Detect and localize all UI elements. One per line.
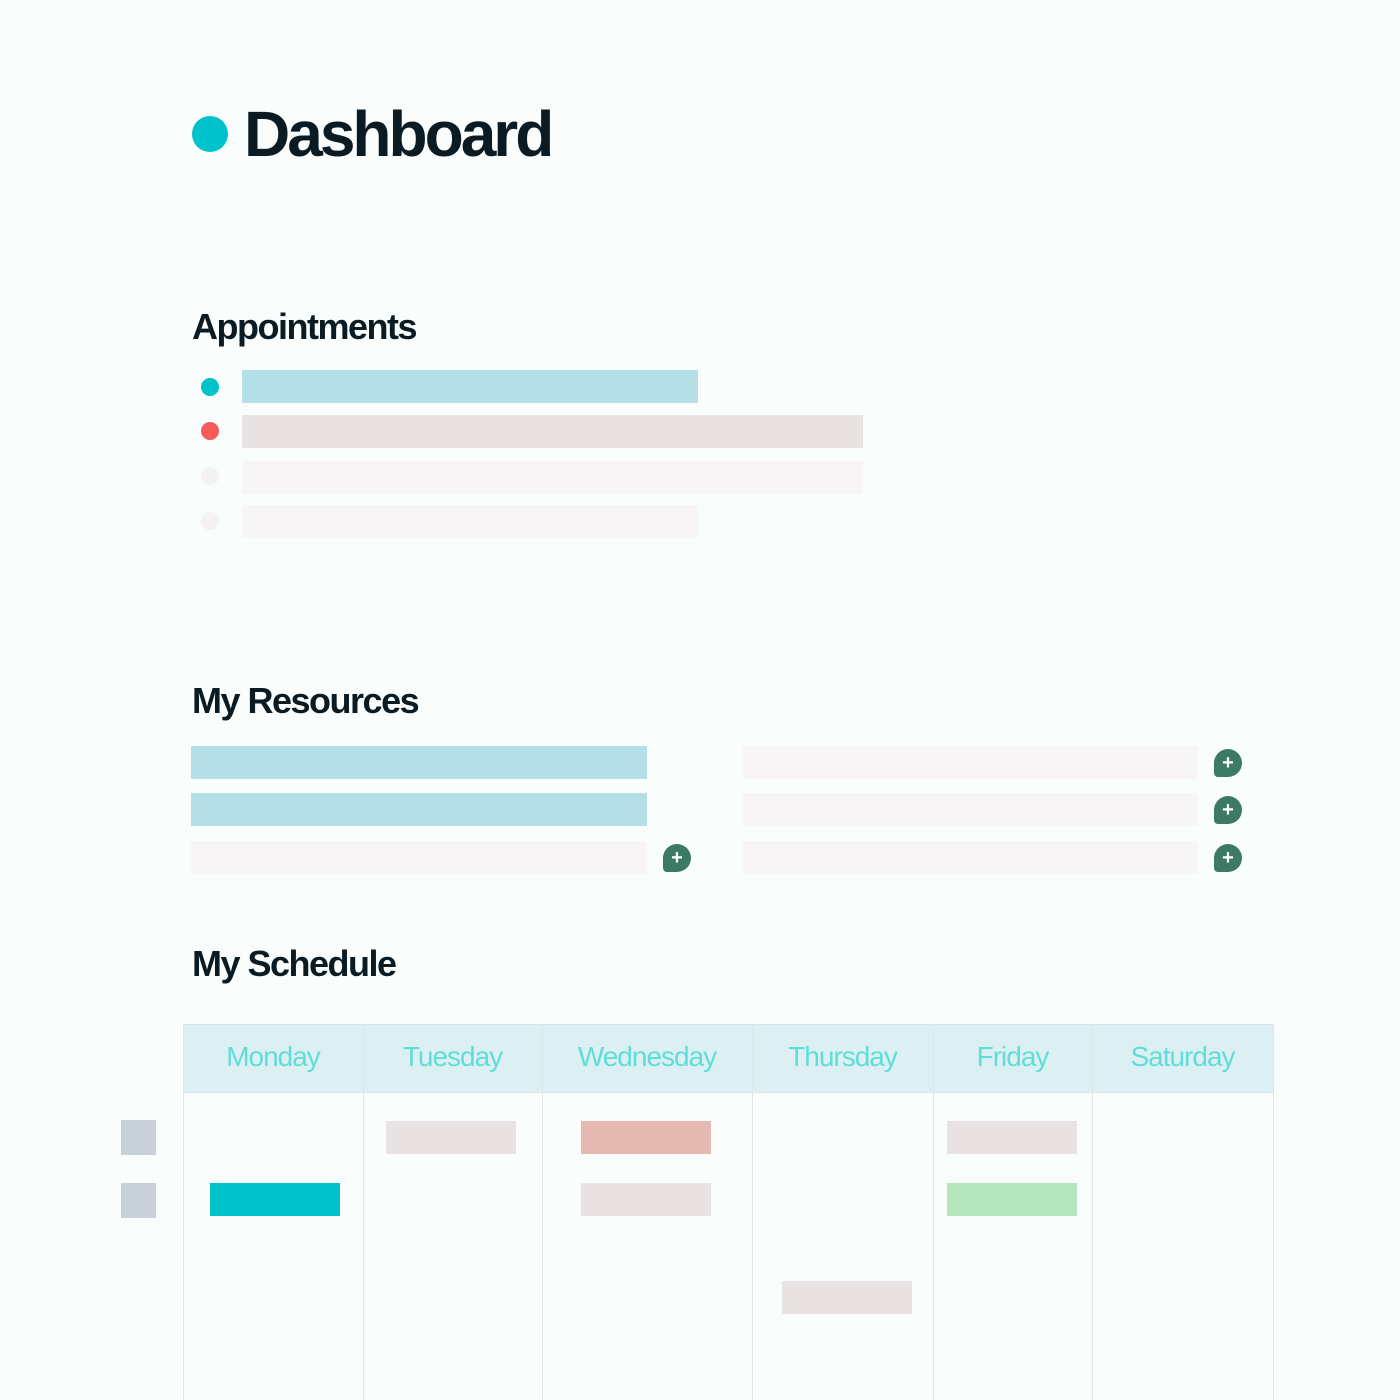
plus-icon: + <box>1222 752 1234 774</box>
appointments-heading: Appointments <box>192 306 417 347</box>
resources-heading: My Resources <box>192 680 420 721</box>
resource-item[interactable] <box>191 793 647 826</box>
appointment-item[interactable] <box>242 461 863 494</box>
schedule-event-friday[interactable] <box>947 1183 1077 1216</box>
time-row-marker <box>121 1183 156 1218</box>
page-title: Dashboard <box>244 98 554 170</box>
resource-item[interactable] <box>191 841 647 874</box>
appointment-status-dot <box>201 467 219 485</box>
day-header-saturday[interactable]: Saturday <box>1092 1024 1273 1093</box>
plus-icon: + <box>1222 799 1234 821</box>
schedule-event-monday[interactable] <box>210 1183 340 1216</box>
schedule-event-friday[interactable] <box>947 1121 1077 1154</box>
appointment-status-dot <box>201 422 219 440</box>
dashboard-dot-icon <box>192 116 228 152</box>
day-header-wednesday[interactable]: Wednesday <box>542 1024 752 1093</box>
appointment-item[interactable] <box>242 415 863 448</box>
day-header-monday[interactable]: Monday <box>183 1024 363 1093</box>
column-divider <box>1273 1024 1274 1400</box>
resource-item[interactable] <box>191 746 647 779</box>
appointment-item[interactable] <box>242 370 698 403</box>
schedule-event-wednesday[interactable] <box>581 1183 711 1216</box>
add-resource-button[interactable]: + <box>663 844 691 872</box>
resource-item[interactable] <box>743 793 1198 826</box>
day-header-thursday[interactable]: Thursday <box>752 1024 933 1093</box>
appointment-status-dot <box>201 378 219 396</box>
day-header-friday[interactable]: Friday <box>933 1024 1092 1093</box>
resource-item[interactable] <box>743 746 1198 779</box>
day-header-tuesday[interactable]: Tuesday <box>363 1024 542 1093</box>
plus-icon: + <box>1222 847 1234 869</box>
add-resource-button[interactable]: + <box>1214 844 1242 872</box>
appointment-item[interactable] <box>242 505 698 538</box>
add-resource-button[interactable]: + <box>1214 796 1242 824</box>
schedule-event-tuesday[interactable] <box>386 1121 516 1154</box>
add-resource-button[interactable]: + <box>1214 749 1242 777</box>
plus-icon: + <box>671 847 683 869</box>
time-row-marker <box>121 1120 156 1155</box>
resource-item[interactable] <box>743 841 1198 874</box>
schedule-heading: My Schedule <box>192 943 397 984</box>
schedule-event-wednesday[interactable] <box>581 1121 711 1154</box>
appointment-status-dot <box>201 512 219 530</box>
weekly-schedule: Monday Tuesday Wednesday Thursday Friday… <box>183 1024 1274 1400</box>
schedule-event-thursday[interactable] <box>782 1281 912 1314</box>
